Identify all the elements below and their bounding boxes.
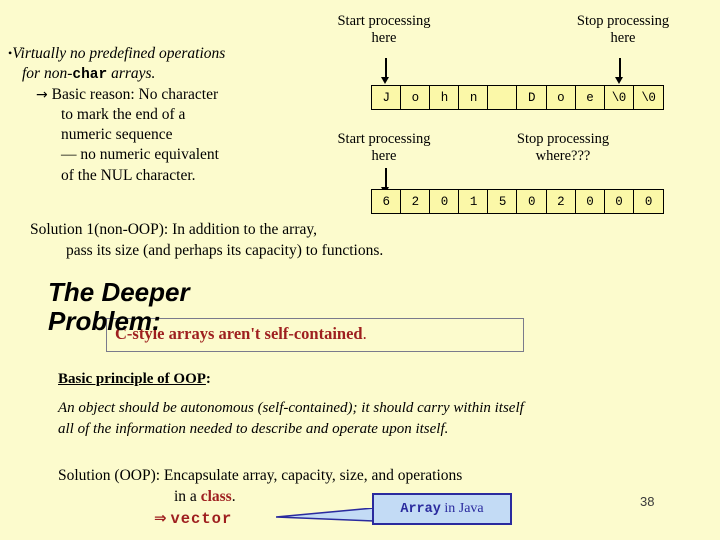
char-array-cell: \0 (605, 86, 634, 109)
numeric-array-start-label-line2: here (371, 147, 397, 164)
char-array-stop-arrow-icon (615, 58, 624, 84)
principle-heading-colon: : (205, 371, 211, 387)
principle-heading: Basic principle of OOP: (58, 371, 211, 388)
callout-pointer-tail (276, 508, 374, 522)
numeric-array-cell: 0 (517, 190, 547, 213)
char-array-cell: D (517, 86, 547, 109)
bullet-item-1: •Virtually no predefined operations (8, 44, 318, 64)
bullet-1-line2-pre: for non- (22, 65, 73, 83)
slide-canvas: •Virtually no predefined operations for … (0, 0, 720, 540)
numeric-array-start-label: Start processing here (318, 131, 450, 164)
solution-1-line2: pass its size (and perhaps its capacity)… (66, 242, 384, 260)
char-array-cell: e (576, 86, 605, 109)
char-array-start-label: Start processing here (318, 13, 450, 46)
deeper-problem-heading-line2: Problem: (48, 306, 161, 337)
numeric-array-diagram: 6201502000 (371, 189, 664, 214)
char-array-cell: \0 (641, 90, 656, 105)
char-array-cell: J (372, 86, 402, 109)
bullet-1-line2-post: arrays. (107, 65, 156, 83)
char-array-start-label-line2: here (371, 29, 397, 46)
principle-body-line1: An object should be autonomous (self-con… (58, 400, 524, 416)
bullet-1-line1: Virtually no predefined operations (12, 45, 226, 62)
bullet-2-line4: — no numeric equivalent (61, 146, 219, 164)
char-array-cell (488, 86, 518, 109)
char-array-cell: o (547, 86, 576, 109)
numeric-array-cell: 0 (430, 190, 460, 213)
char-array-stop-label: Stop processing here (557, 13, 689, 46)
char-array-stop-label-line2: here (610, 29, 636, 46)
char-array-cell: n (459, 86, 489, 109)
principle-heading-underlined: Basic principle of OOP (58, 371, 206, 387)
numeric-array-cell: 0 (576, 190, 605, 213)
solution-1-line1: Solution 1(non-OOP): In addition to the … (30, 221, 317, 238)
numeric-array-cell: 2 (547, 190, 576, 213)
self-contained-statement-period: . (362, 324, 367, 343)
bullet-2-line5: of the NUL character. (61, 166, 196, 184)
numeric-array-start-label-line1: Start processing (337, 131, 431, 147)
solution-oop-keyword-class: class (200, 487, 232, 505)
bullet-2-line3: numeric sequence (61, 126, 173, 144)
numeric-array-stop-label-line1: Stop processing (516, 131, 610, 147)
solution-1-block: Solution 1(non-OOP): In addition to the … (30, 219, 590, 262)
array-in-java-callout: Array in Java (372, 493, 512, 525)
solution-oop-line2-pre: in a (174, 487, 201, 505)
page-number: 38 (640, 494, 655, 509)
right-arrow-icon: → (36, 86, 48, 103)
double-right-arrow-icon: ⇒ (154, 508, 167, 527)
char-array-start-label-line1: Start processing (337, 13, 431, 29)
solution-oop-line2-post: . (231, 487, 236, 505)
deeper-problem-heading: The Deeper Problem: (48, 277, 308, 337)
deeper-problem-heading-line1: The Deeper (48, 277, 190, 307)
char-array-cell: h (430, 86, 460, 109)
numeric-array-stop-label: Stop processing where??? (497, 131, 629, 164)
numeric-array-cell: 0 (644, 194, 653, 209)
numeric-array-cell: 5 (488, 190, 518, 213)
numeric-array-cell: 1 (459, 190, 489, 213)
principle-body-line2: all of the information needed to describ… (58, 421, 449, 438)
principle-body: An object should be autonomous (self-con… (58, 398, 673, 441)
array-in-java-rest: in Java (440, 501, 484, 516)
solution-oop-keyword-vector: vector (170, 509, 233, 528)
array-in-java-label: Array in Java (400, 501, 483, 517)
numeric-array-cell: 0 (605, 190, 634, 213)
char-array-start-arrow-icon (381, 58, 390, 84)
bullet-list: •Virtually no predefined operations for … (8, 44, 318, 186)
char-array-cell: o (401, 86, 431, 109)
bullet-2-line2: to mark the end of a (61, 106, 186, 124)
bullet-1-line2: for non-char arrays. (8, 64, 318, 85)
char-array-stop-label-line1: Stop processing (576, 13, 670, 29)
numeric-array-cell: 2 (401, 190, 431, 213)
char-array-diagram: Jo h n Do e \0 \0 (371, 85, 664, 110)
bullet-1-code-char: char (72, 67, 108, 84)
numeric-array-stop-label-line2: where??? (535, 147, 591, 164)
solution-oop-line1: Solution (OOP): Encapsulate array, capac… (58, 467, 463, 484)
bullet-2-line1: Basic reason: No character (51, 85, 219, 103)
array-in-java-mono-word: Array (400, 502, 441, 517)
numeric-array-cell: 6 (372, 190, 402, 213)
bullet-item-2: → Basic reason: No character (8, 85, 318, 105)
